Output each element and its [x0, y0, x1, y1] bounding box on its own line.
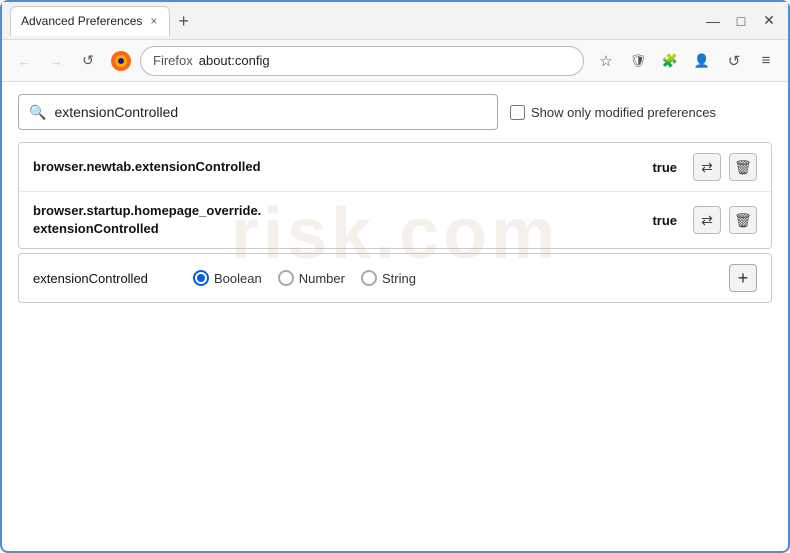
- url-display: about:config: [199, 53, 270, 68]
- add-preference-row: extensionControlled Boolean Number Strin…: [18, 253, 772, 303]
- profile-icon: 👤: [694, 53, 710, 69]
- pref-name-2-line2: extensionControlled: [33, 221, 159, 236]
- radio-number-label: Number: [299, 271, 345, 286]
- delete-icon-2: 🗑: [734, 212, 752, 229]
- type-radio-group: Boolean Number String: [193, 270, 416, 286]
- delete-button-1[interactable]: 🗑: [729, 153, 757, 181]
- close-button[interactable]: ✕: [758, 10, 780, 32]
- sync-icon: ↺: [728, 52, 741, 70]
- menu-button[interactable]: ≡: [752, 47, 780, 75]
- pref-actions-1: ⇄ 🗑: [693, 153, 757, 181]
- reload-icon: ↺: [82, 52, 94, 69]
- new-tab-button[interactable]: +: [178, 12, 189, 30]
- show-modified-label[interactable]: Show only modified preferences: [510, 105, 716, 120]
- content-wrapper: 🔍 Show only modified preferences browser…: [2, 82, 788, 315]
- radio-string-circle: [361, 270, 377, 286]
- preferences-table: browser.newtab.extensionControlled true …: [18, 142, 772, 249]
- show-modified-text: Show only modified preferences: [531, 105, 716, 120]
- radio-number-circle: [278, 270, 294, 286]
- pref-value-1: true: [652, 160, 677, 175]
- radio-boolean-circle: [193, 270, 209, 286]
- swap-button-2[interactable]: ⇄: [693, 206, 721, 234]
- back-icon: ←: [17, 53, 31, 69]
- radio-string-label: String: [382, 271, 416, 286]
- swap-icon-1: ⇄: [701, 159, 713, 176]
- bookmark-icon: ☆: [599, 52, 612, 70]
- new-pref-name: extensionControlled: [33, 271, 173, 286]
- browser-tab[interactable]: Advanced Preferences ×: [10, 6, 170, 36]
- search-icon: 🔍: [29, 104, 46, 121]
- maximize-button[interactable]: □: [730, 10, 752, 32]
- table-row: browser.startup.homepage_override. exten…: [19, 192, 771, 248]
- menu-icon: ≡: [762, 52, 771, 69]
- pref-actions-2: ⇄ 🗑: [693, 206, 757, 234]
- pref-value-2: true: [652, 213, 677, 228]
- nav-bar: ← → ↺ Firefox about:config ☆ 🛡 🧩 👤 ↺ ≡: [2, 40, 788, 82]
- tab-close-button[interactable]: ×: [148, 14, 159, 28]
- delete-button-2[interactable]: 🗑: [729, 206, 757, 234]
- type-boolean[interactable]: Boolean: [193, 270, 262, 286]
- reload-button[interactable]: ↺: [74, 47, 102, 75]
- pref-name-2-line1: browser.startup.homepage_override.: [33, 203, 261, 218]
- browser-name: Firefox: [153, 53, 193, 68]
- title-bar: Advanced Preferences × + — □ ✕: [2, 2, 788, 40]
- add-preference-button[interactable]: +: [729, 264, 757, 292]
- forward-button[interactable]: →: [42, 47, 70, 75]
- add-icon: +: [738, 268, 749, 289]
- search-row: 🔍 Show only modified preferences: [18, 94, 772, 130]
- pref-name-1: browser.newtab.extensionControlled: [33, 158, 652, 176]
- show-modified-checkbox[interactable]: [510, 105, 525, 120]
- shield-icon: 🛡: [630, 53, 647, 69]
- content-area: 🔍 Show only modified preferences browser…: [2, 82, 788, 315]
- firefox-logo: [110, 50, 132, 72]
- extension-button[interactable]: 🧩: [656, 47, 684, 75]
- type-string[interactable]: String: [361, 270, 416, 286]
- bookmark-button[interactable]: ☆: [592, 47, 620, 75]
- nav-icons: ☆ 🛡 🧩 👤 ↺ ≡: [592, 47, 780, 75]
- tab-title: Advanced Preferences: [21, 14, 142, 28]
- back-button[interactable]: ←: [10, 47, 38, 75]
- shield-button[interactable]: 🛡: [624, 47, 652, 75]
- forward-icon: →: [49, 53, 63, 69]
- search-input[interactable]: [54, 104, 487, 120]
- minimize-button[interactable]: —: [702, 10, 724, 32]
- radio-boolean-label: Boolean: [214, 271, 262, 286]
- search-box[interactable]: 🔍: [18, 94, 498, 130]
- table-row: browser.newtab.extensionControlled true …: [19, 143, 771, 192]
- profile-button[interactable]: 👤: [688, 47, 716, 75]
- delete-icon-1: 🗑: [734, 159, 752, 176]
- swap-button-1[interactable]: ⇄: [693, 153, 721, 181]
- address-bar[interactable]: Firefox about:config: [140, 46, 584, 76]
- sync-button[interactable]: ↺: [720, 47, 748, 75]
- extension-icon: 🧩: [662, 53, 678, 69]
- type-number[interactable]: Number: [278, 270, 345, 286]
- pref-name-2: browser.startup.homepage_override. exten…: [33, 202, 652, 238]
- swap-icon-2: ⇄: [701, 212, 713, 229]
- window-controls: — □ ✕: [702, 10, 780, 32]
